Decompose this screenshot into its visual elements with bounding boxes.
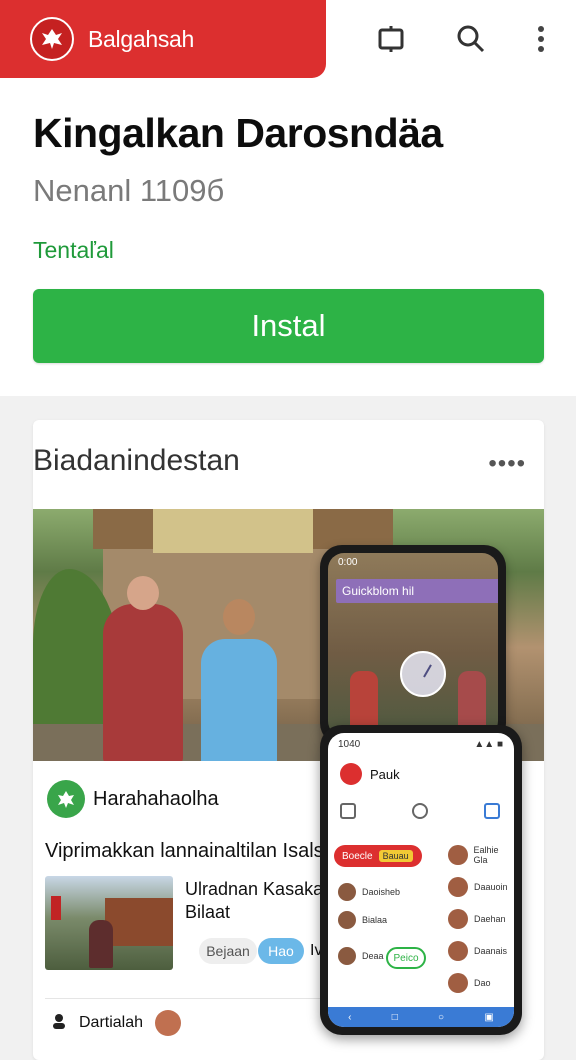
app-info-section: Kingalkan Darosndäa Nenanl 1109б Tentaľa… [0,80,576,396]
chip-secondary[interactable]: Bejaan [199,938,257,964]
side-avatar [448,845,468,865]
side-avatar [448,941,468,961]
author-avatar-icon[interactable] [47,780,85,818]
phone2-side-item[interactable]: Ealhie Gla [448,845,514,865]
red-pill-label: Boecle [342,850,373,862]
settings-icon[interactable] [412,803,428,819]
thumbnail-flag [51,896,61,920]
side-avatar [448,877,468,897]
card-more-icon[interactable]: •••• [488,450,526,478]
app-title: Kingalkan Darosndäa [33,110,443,156]
bookmark-icon[interactable] [376,24,406,54]
phone1-title-bar: Guickblom hil [336,579,498,603]
post-author[interactable]: Harahahaolha [93,788,219,811]
phone1-status: 0:00 [338,557,358,568]
photo-awning [153,509,313,553]
circle-icon[interactable]: ○ [438,1012,444,1023]
list-label: Bialaa [362,915,388,925]
phone1-figure-left [350,671,378,729]
phone2-status: 1040 ▲▲ ■ [338,739,503,750]
home-icon[interactable] [484,803,500,819]
app-subtitle: Nenanl 1109б [33,173,225,208]
list-avatar [338,911,356,929]
side-avatar [448,909,468,929]
install-button[interactable]: Instal [33,289,544,363]
red-pill-tag: Bauau [378,850,413,862]
lock-icon[interactable]: ▣ [484,1012,493,1023]
side-label: Daehan [474,914,506,924]
chip-primary[interactable]: Hao [258,938,304,964]
list-label: Deaa [362,951,384,961]
app-status: Tentaľal [33,237,114,263]
phone-mockup-app: 1040 ▲▲ ■ Pauk Boecle Bauau Daoisheb Bia… [320,725,522,1035]
brand-header[interactable]: Balgahsah [0,0,326,78]
back-icon[interactable]: ‹ [348,1012,351,1023]
side-label: Dao [474,978,491,988]
eagle-emblem-icon [30,17,74,61]
side-label: Daauoin [474,882,508,892]
side-label: Ealhie Gla [473,845,499,865]
phone-mockup-video: 0:00 Guickblom hil [320,545,506,745]
grid-icon[interactable] [340,803,356,819]
clock-icon[interactable] [400,651,446,697]
phone2-list-item[interactable]: Deaa [338,947,384,965]
thumbnail-person [89,920,113,968]
phone2-side-item[interactable]: Daehan [448,909,506,929]
phone2-side-item[interactable]: Dao [448,973,491,993]
post-thumbnail[interactable] [45,876,173,970]
person-icon [51,1013,67,1034]
phone2-list-item[interactable]: Daoisheb [338,883,400,901]
phone2-red-pill[interactable]: Boecle Bauau [334,845,422,867]
side-avatar [448,973,468,993]
list-avatar [338,947,356,965]
thumbnail-house [105,898,173,946]
next-post-row[interactable]: Dartialah [51,1010,182,1036]
next-post-avatar [155,1010,182,1036]
photo-person-left [103,576,183,761]
list-label: Daoisheb [362,887,401,897]
phone2-time: 1040 [338,739,361,750]
phone2-title: Pauk [370,766,400,782]
top-app-bar: Balgahsah [0,0,576,80]
next-post-label: Dartialah [79,1014,144,1031]
more-vertical-icon[interactable] [536,24,546,54]
phone2-signal: ▲▲ ■ [474,739,503,750]
square-icon[interactable]: □ [392,1012,398,1023]
brand-name: Balgahsah [88,25,194,52]
phone1-figure-right [458,671,486,729]
phone-video-screen[interactable]: 0:00 Guickblom hil [328,553,498,737]
phone2-bottom-nav: ‹ □ ○ ▣ [328,1007,514,1027]
photo-person-right [201,599,277,761]
phone2-list-item[interactable]: Bialaa [338,911,387,929]
phone2-toolbar [340,803,500,819]
phone2-header: Pauk [340,763,400,785]
phone2-logo-icon [340,763,362,785]
list-avatar [338,883,356,901]
search-icon[interactable] [456,24,486,54]
phone-app-screen: 1040 ▲▲ ■ Pauk Boecle Bauau Daoisheb Bia… [328,733,514,1027]
side-label: Daanais [474,946,508,956]
phone2-green-button[interactable]: Peico [386,947,426,969]
phone2-side-item[interactable]: Daanais [448,941,507,961]
card-heading: Biadanindestan [33,444,240,477]
phone2-side-item[interactable]: Daauoin [448,877,508,897]
